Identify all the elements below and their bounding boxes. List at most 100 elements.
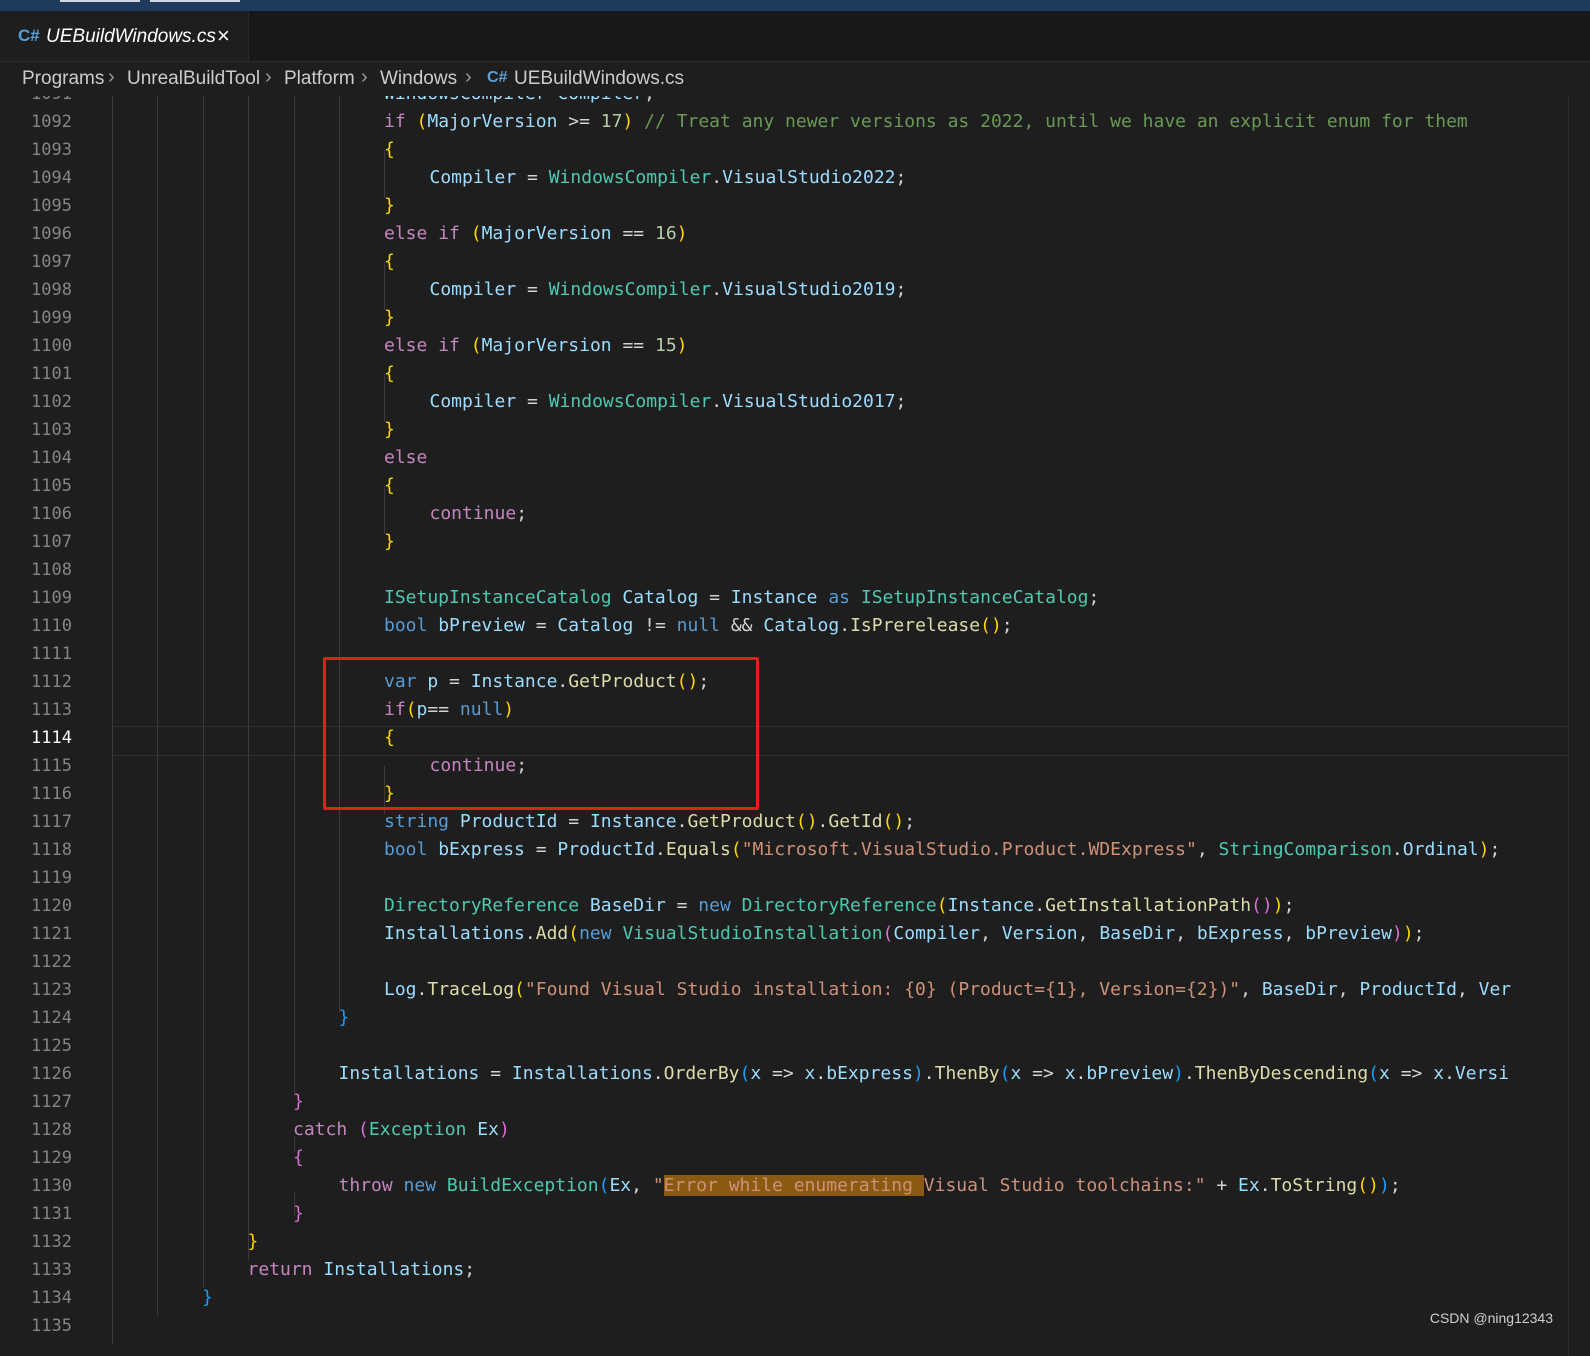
- chevron-right-icon: ›: [108, 66, 115, 88]
- code-line[interactable]: continue;: [430, 500, 528, 528]
- code-line[interactable]: bool bPreview = Catalog != null && Catal…: [384, 612, 1013, 640]
- line-number: 1114: [31, 728, 72, 748]
- line-number: 1092: [31, 112, 72, 132]
- line-number: 1105: [31, 476, 72, 496]
- indent-guide: [294, 1136, 295, 1152]
- code-line[interactable]: }: [384, 192, 395, 220]
- line-number: 1112: [31, 672, 72, 692]
- indent-guide: [384, 262, 385, 310]
- tab-bar: C# UEBuildWindows.cs ×: [0, 11, 1590, 62]
- line-number: 1100: [31, 336, 72, 356]
- strip-mark: [150, 0, 240, 2]
- breadcrumb-item-file[interactable]: UEBuildWindows.cs: [514, 68, 684, 90]
- code-line[interactable]: {: [384, 248, 395, 276]
- title-strip: [0, 0, 1590, 11]
- code-line[interactable]: }: [384, 528, 395, 556]
- code-line[interactable]: {: [384, 472, 395, 500]
- line-number: 1117: [31, 812, 72, 832]
- indent-guide: [203, 96, 204, 1288]
- indent-guide: [384, 486, 385, 534]
- line-number: 1106: [31, 504, 72, 524]
- code-line[interactable]: Compiler = WindowsCompiler.VisualStudio2…: [430, 164, 907, 192]
- line-number: 1110: [31, 616, 72, 636]
- line-number: 1095: [31, 196, 72, 216]
- line-number: 1132: [31, 1232, 72, 1252]
- code-line[interactable]: Compiler = WindowsCompiler.VisualStudio2…: [430, 276, 907, 304]
- vertical-scrollbar[interactable]: [1568, 96, 1590, 1356]
- line-number: 1101: [31, 364, 72, 384]
- tab-uebuildwindows[interactable]: C# UEBuildWindows.cs ×: [0, 11, 249, 61]
- breadcrumb-item-programs[interactable]: Programs: [22, 68, 104, 90]
- code-line[interactable]: {: [384, 360, 395, 388]
- line-number: 1128: [31, 1120, 72, 1140]
- line-number: 1129: [31, 1148, 72, 1168]
- line-number: 1119: [31, 868, 72, 888]
- line-number: 1116: [31, 784, 72, 804]
- line-number: 1093: [31, 140, 72, 160]
- code-line[interactable]: DirectoryReference BaseDir = new Directo…: [384, 892, 1294, 920]
- indent-guide: [112, 96, 113, 1344]
- code-line[interactable]: }: [339, 1004, 350, 1032]
- csharp-file-icon: C#: [18, 26, 40, 45]
- indent-guide: [294, 1192, 295, 1216]
- line-number: 1118: [31, 840, 72, 860]
- line-number: 1094: [31, 168, 72, 188]
- line-number: 1108: [31, 560, 72, 580]
- line-number: 1131: [31, 1204, 72, 1224]
- line-number: 1102: [31, 392, 72, 412]
- line-number: 1111: [31, 644, 72, 664]
- code-line[interactable]: bool bExpress = ProductId.Equals("Micros…: [384, 836, 1500, 864]
- code-line[interactable]: {: [384, 136, 395, 164]
- line-number: 1097: [31, 252, 72, 272]
- tab-label: UEBuildWindows.cs: [46, 26, 216, 47]
- code-line[interactable]: else if (MajorVersion == 15): [384, 332, 688, 360]
- chevron-right-icon: ›: [361, 66, 368, 88]
- strip-mark: [60, 0, 140, 2]
- watermark: CSDN @ning12343: [1429, 1310, 1553, 1326]
- line-number: 1134: [31, 1288, 72, 1308]
- line-number: 1104: [31, 448, 72, 468]
- code-line[interactable]: Installations.Add(new VisualStudioInstal…: [384, 920, 1425, 948]
- code-line[interactable]: WindowsCompiler Compiler;: [384, 96, 655, 108]
- code-line[interactable]: if (MajorVersion >= 17) // Treat any new…: [384, 108, 1468, 136]
- code-line[interactable]: ISetupInstanceCatalog Catalog = Instance…: [384, 584, 1099, 612]
- code-line[interactable]: throw new BuildException(Ex, "Error whil…: [339, 1172, 1401, 1200]
- chevron-right-icon: ›: [265, 66, 272, 88]
- csharp-file-icon: C#: [487, 69, 508, 86]
- line-number: 1109: [31, 588, 72, 608]
- code-line[interactable]: Log.TraceLog("Found Visual Studio instal…: [384, 976, 1511, 1004]
- code-line[interactable]: Compiler = WindowsCompiler.VisualStudio2…: [430, 388, 907, 416]
- line-number: 1122: [31, 952, 72, 972]
- indent-guide: [294, 96, 295, 1096]
- code-editor[interactable]: 1091 1092 1093 1094 1095 1096 1097 1098 1099 1100…: [0, 96, 1568, 1356]
- code-line[interactable]: return Installations;: [248, 1256, 476, 1284]
- indent-guide: [248, 96, 249, 1260]
- code-line[interactable]: Installations = Installations.OrderBy(x …: [339, 1060, 1510, 1088]
- line-number: 1127: [31, 1092, 72, 1112]
- code-line[interactable]: string ProductId = Instance.GetProduct()…: [384, 808, 915, 836]
- line-number: 1091: [0, 96, 72, 108]
- line-number-gutter: 1091 1092 1093 1094 1095 1096 1097 1098 1099 1100…: [0, 96, 110, 1356]
- breadcrumb-item-platform[interactable]: Platform: [284, 68, 355, 90]
- close-icon[interactable]: ×: [217, 23, 230, 49]
- breadcrumb-item-windows[interactable]: Windows: [380, 68, 457, 90]
- line-number: 1120: [31, 896, 72, 916]
- breadcrumb-item-unrealbuildtool[interactable]: UnrealBuildTool: [127, 68, 260, 90]
- indent-guide: [157, 96, 158, 1316]
- code-line[interactable]: }: [248, 1228, 259, 1256]
- chevron-right-icon: ›: [465, 66, 472, 88]
- line-number: 1123: [31, 980, 72, 1000]
- code-line[interactable]: catch (Exception Ex): [293, 1116, 510, 1144]
- line-number: 1096: [31, 224, 72, 244]
- line-number: 1135: [31, 1316, 72, 1336]
- code-line[interactable]: }: [202, 1284, 213, 1312]
- code-line[interactable]: }: [384, 416, 395, 444]
- line-number: 1115: [31, 756, 72, 776]
- line-number: 1121: [31, 924, 72, 944]
- code-line[interactable]: else: [384, 444, 427, 472]
- code-line[interactable]: else if (MajorVersion == 16): [384, 220, 688, 248]
- code-line[interactable]: }: [384, 304, 395, 332]
- line-number: 1113: [31, 700, 72, 720]
- indent-guide: [339, 96, 340, 1012]
- line-number: 1103: [31, 420, 72, 440]
